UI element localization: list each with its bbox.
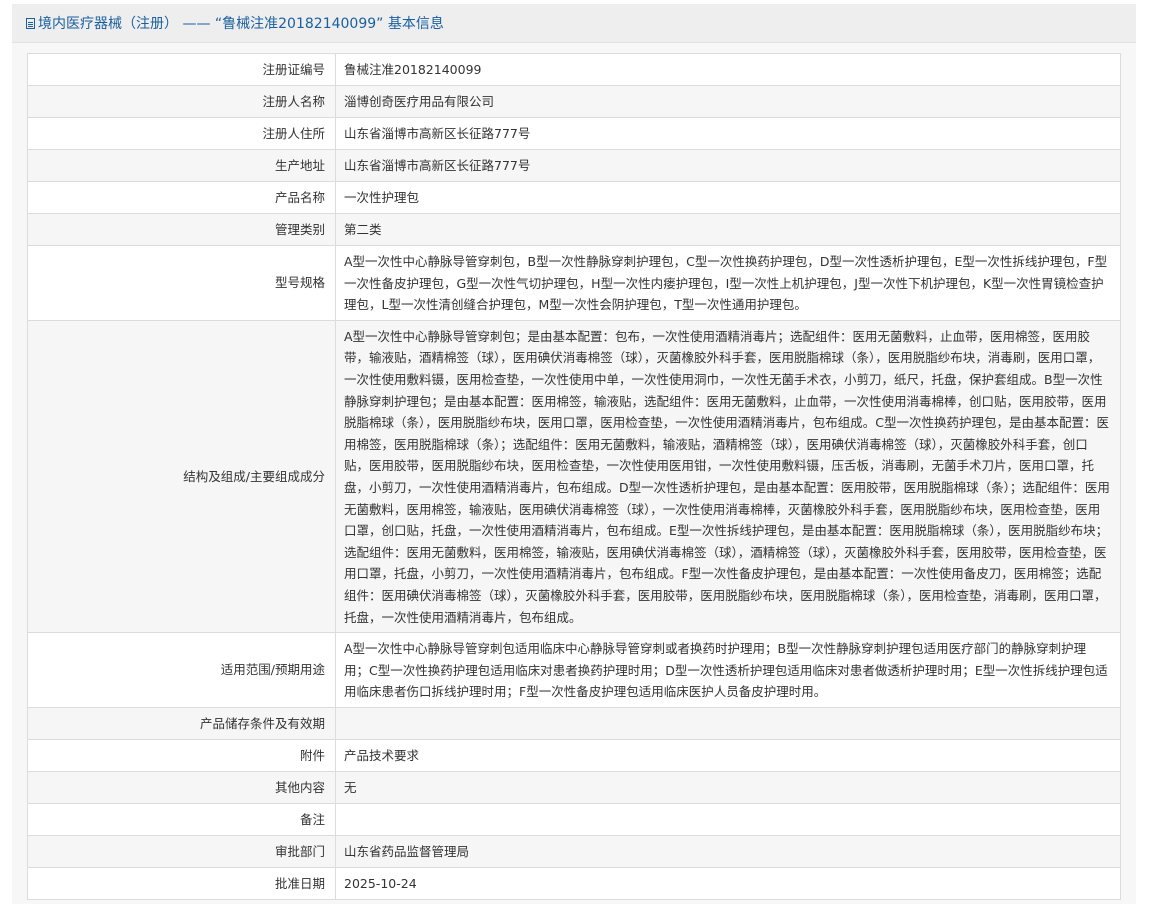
row-value: 山东省淄博市高新区长征路777号 <box>335 117 1121 150</box>
row-label: 审批部门 <box>27 834 336 868</box>
row-label: 备注 <box>27 802 336 836</box>
table-row-remarks: 备注 <box>27 802 1121 836</box>
table-row-product-name: 产品名称 一次性护理包 <box>27 181 1121 214</box>
row-label: 产品储存条件及有效期 <box>27 706 336 740</box>
table-row-registrant-name: 注册人名称 淄博创奇医疗用品有限公司 <box>27 85 1121 118</box>
row-label: 产品名称 <box>27 181 336 214</box>
table-row-registration-number: 注册证编号 鲁械注准20182140099 <box>27 53 1121 86</box>
row-label: 型号规格 <box>27 245 336 321</box>
info-table: 注册证编号 鲁械注准20182140099 注册人名称 淄博创奇医疗用品有限公司… <box>27 53 1121 900</box>
table-row-intended-use: 适用范围/预期用途 A型一次性中心静脉导管穿刺包适用临床中心静脉导管穿刺或者换药… <box>27 632 1121 708</box>
table-row-attachment: 附件 产品技术要求 <box>27 738 1121 772</box>
row-value: A型一次性中心静脉导管穿刺包适用临床中心静脉导管穿刺或者换药时护理用；B型一次性… <box>335 632 1121 708</box>
page-title: 境内医疗器械（注册） —— “鲁械注准20182140099” 基本信息 <box>38 16 444 32</box>
panel-header: 境内医疗器械（注册） —— “鲁械注准20182140099” 基本信息 <box>12 4 1136 43</box>
row-value: 一次性护理包 <box>335 181 1121 214</box>
table-row-storage-validity: 产品储存条件及有效期 <box>27 706 1121 740</box>
row-value: A型一次性中心静脉导管穿刺包，B型一次性静脉穿刺护理包，C型一次性换药护理包，D… <box>335 245 1121 321</box>
row-label: 注册人住所 <box>27 117 336 150</box>
row-label: 生产地址 <box>27 149 336 182</box>
row-label: 注册人名称 <box>27 85 336 118</box>
row-value: 无 <box>335 770 1121 804</box>
table-row-other-content: 其他内容 无 <box>27 770 1121 804</box>
row-value <box>335 802 1121 836</box>
row-value: 第二类 <box>335 213 1121 246</box>
row-label: 适用范围/预期用途 <box>27 632 336 708</box>
row-value: 山东省药品监督管理局 <box>335 834 1121 868</box>
table-row-approval-date: 批准日期 2025-10-24 <box>27 866 1121 900</box>
info-table-wrap: 注册证编号 鲁械注准20182140099 注册人名称 淄博创奇医疗用品有限公司… <box>27 53 1121 900</box>
document-icon <box>26 17 35 29</box>
row-value: A型一次性中心静脉导管穿刺包；是由基本配置：包布，一次性使用酒精消毒片；选配组件… <box>335 319 1121 634</box>
row-label: 其他内容 <box>27 770 336 804</box>
row-value: 山东省淄博市高新区长征路777号 <box>335 149 1121 182</box>
table-row-model-spec: 型号规格 A型一次性中心静脉导管穿刺包，B型一次性静脉穿刺护理包，C型一次性换药… <box>27 245 1121 321</box>
row-value: 产品技术要求 <box>335 738 1121 772</box>
row-value: 淄博创奇医疗用品有限公司 <box>335 85 1121 118</box>
table-row-management-category: 管理类别 第二类 <box>27 213 1121 246</box>
table-row-approval-department: 审批部门 山东省药品监督管理局 <box>27 834 1121 868</box>
table-row-production-address: 生产地址 山东省淄博市高新区长征路777号 <box>27 149 1121 182</box>
table-row-structure-composition: 结构及组成/主要组成成分 A型一次性中心静脉导管穿刺包；是由基本配置：包布，一次… <box>27 319 1121 634</box>
row-label: 附件 <box>27 738 336 772</box>
row-value <box>335 706 1121 740</box>
row-label: 结构及组成/主要组成成分 <box>27 319 336 634</box>
row-value: 鲁械注准20182140099 <box>335 53 1121 86</box>
row-label: 注册证编号 <box>27 53 336 86</box>
row-value: 2025-10-24 <box>335 866 1121 900</box>
row-label: 批准日期 <box>27 866 336 900</box>
table-row-registrant-address: 注册人住所 山东省淄博市高新区长征路777号 <box>27 117 1121 150</box>
row-label: 管理类别 <box>27 213 336 246</box>
